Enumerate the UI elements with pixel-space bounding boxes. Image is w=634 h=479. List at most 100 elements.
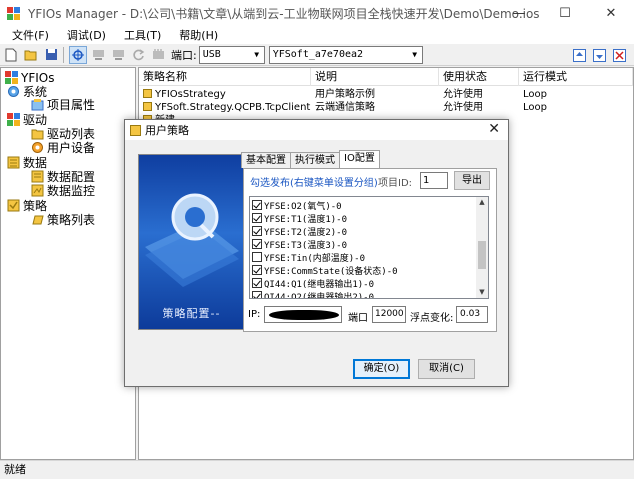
connect-icon[interactable] <box>69 45 87 64</box>
new-file-icon[interactable] <box>2 46 20 64</box>
menu-file[interactable]: 文件(F) <box>6 27 55 43</box>
delete-icon[interactable] <box>610 46 628 64</box>
port-input[interactable]: 12000 <box>372 306 406 323</box>
tree-label-data-monitor: 数据监控 <box>47 184 96 198</box>
system-icon <box>7 85 20 98</box>
move-down-icon[interactable] <box>590 46 608 64</box>
maximize-button[interactable]: ☐ <box>542 0 588 26</box>
chevron-down-icon[interactable]: ▼ <box>249 46 264 63</box>
table-row[interactable]: YFSoft.Strategy.QCPB.TcpClient 云端通信策略 允许… <box>139 101 633 114</box>
table-row[interactable]: YFIOsStrategy 用户策略示例 允许使用 Loop <box>139 88 633 101</box>
checkbox[interactable] <box>252 213 262 223</box>
column-header-mode[interactable]: 运行模式 <box>519 68 633 86</box>
menu-tools[interactable]: 工具(T) <box>118 27 167 43</box>
io-item-label: YFSE:CommState(设备状态)-0 <box>264 266 398 277</box>
checkbox[interactable] <box>252 278 262 288</box>
ip-input[interactable] <box>264 306 342 323</box>
list-item[interactable]: YFSE:CommState(设备状态)-0 <box>252 264 398 277</box>
port-select-value: USB <box>202 49 221 60</box>
ok-button[interactable]: 确定(O) <box>353 359 410 379</box>
monitor-icon <box>31 184 44 197</box>
ip-label: IP: <box>248 309 261 320</box>
list-cell-desc: 云端通信策略 <box>315 102 375 113</box>
toolbar-separator <box>63 46 64 63</box>
upload-icon[interactable] <box>109 46 127 64</box>
scroll-up-icon[interactable]: ▲ <box>476 197 488 208</box>
tab-basic[interactable]: 基本配置 <box>241 152 291 168</box>
list-item[interactable]: YFSE:T2(温度2)-0 <box>252 225 347 238</box>
save-icon[interactable] <box>42 46 60 64</box>
cancel-button[interactable]: 取消(C) <box>418 359 475 379</box>
tree-label-project-props: 项目属性 <box>47 98 96 112</box>
project-tree[interactable]: YFIOs 系统 项目属性 驱动 驱动列表 用户设备 数据 数据配置 数据监控 … <box>0 67 136 460</box>
menu-debug[interactable]: 调试(D) <box>61 27 112 43</box>
window-title: YFIOs Manager - D:\公司\书籍\文章\从端到云-工业物联网项目… <box>28 6 540 21</box>
device-icon[interactable] <box>149 46 167 64</box>
dialog-title: 用户策略 <box>145 124 189 137</box>
device-select[interactable]: YFSoft_a7e70ea2 ▼ <box>268 45 423 64</box>
properties-icon <box>31 98 44 111</box>
checkbox[interactable] <box>252 291 262 298</box>
scroll-thumb[interactable] <box>478 241 486 269</box>
dialog-close-button[interactable]: ✕ <box>488 121 500 137</box>
list-item[interactable]: QI44:Q2(继电器输出2)-0 <box>252 290 375 299</box>
tree-node-user-devices[interactable]: 用户设备 <box>31 140 95 155</box>
config-icon <box>31 170 44 183</box>
device-icon <box>31 141 44 154</box>
column-header-status[interactable]: 使用状态 <box>439 68 519 86</box>
scroll-down-icon[interactable]: ▼ <box>476 287 488 298</box>
io-config-panel: 勾选发布(右键菜单设置分组) 项目ID: 1 导出 YFSE:O2(氧气)-0 … <box>243 168 497 332</box>
list-item[interactable]: QI44:Q1(继电器输出1)-0 <box>252 277 374 290</box>
refresh-icon[interactable] <box>129 46 147 64</box>
checkbox[interactable] <box>252 239 262 249</box>
tree-node-project-props[interactable]: 项目属性 <box>31 97 95 112</box>
list-cell-name-text: YFIOsStrategy <box>155 89 226 100</box>
list-header: 策略名称 说明 使用状态 运行模式 <box>139 68 633 86</box>
strategy-icon <box>143 89 152 98</box>
list-cell-name: YFIOsStrategy <box>143 88 311 101</box>
checklist-scrollbar[interactable]: ▲ ▼ <box>476 197 488 298</box>
column-header-desc[interactable]: 说明 <box>311 68 439 86</box>
io-item-label: YFSE:T1(温度1)-0 <box>264 214 348 225</box>
minimize-button[interactable]: — <box>496 0 542 26</box>
list-item[interactable]: YFSE:O2(氧气)-0 <box>252 199 342 212</box>
open-folder-icon[interactable] <box>22 46 40 64</box>
tab-exec-mode[interactable]: 执行模式 <box>290 152 340 168</box>
strategy-icon <box>143 102 152 111</box>
download-icon[interactable] <box>89 46 107 64</box>
tab-io-config[interactable]: IO配置 <box>339 150 380 168</box>
list-cell-name-text: YFSoft.Strategy.QCPB.TcpClient <box>155 102 311 113</box>
chevron-down-icon[interactable]: ▼ <box>407 46 422 63</box>
list-cell-mode: Loop <box>523 89 547 100</box>
checkbox[interactable] <box>252 226 262 236</box>
title-bar: YFIOs Manager - D:\公司\书籍\文章\从端到云-工业物联网项目… <box>0 0 634 26</box>
tree-node-data[interactable]: 数据 <box>7 155 47 170</box>
tree-node-strategy[interactable]: 策略 <box>7 198 47 213</box>
move-up-icon[interactable] <box>570 46 588 64</box>
checkbox[interactable] <box>252 265 262 275</box>
float-change-input[interactable]: 0.03 <box>456 306 488 323</box>
tree-node-driver[interactable]: 驱动 <box>7 112 47 127</box>
close-button[interactable]: ✕ <box>588 0 634 26</box>
toolbar: 端口: USB ▼ YFSoft_a7e70ea2 ▼ <box>0 44 634 66</box>
export-button[interactable]: 导出 <box>454 171 490 190</box>
checkbox[interactable] <box>252 252 262 262</box>
redacted-ip <box>269 310 339 320</box>
list-cell-name: YFSoft.Strategy.QCPB.TcpClient <box>143 101 311 114</box>
item-id-input[interactable]: 1 <box>420 172 448 189</box>
list-item[interactable]: YFSE:Tin(内部温度)-0 <box>252 251 365 264</box>
list-item[interactable]: YFSE:T1(温度1)-0 <box>252 212 348 225</box>
io-checklist[interactable]: YFSE:O2(氧气)-0 YFSE:T1(温度1)-0 YFSE:T2(温度2… <box>249 196 489 299</box>
dialog-title-bar: 用户策略 ✕ <box>125 120 508 140</box>
tree-node-data-monitor[interactable]: 数据监控 <box>31 183 95 198</box>
list-icon <box>31 127 44 140</box>
list-item[interactable]: YFSE:T3(温度3)-0 <box>252 238 347 251</box>
menu-help[interactable]: 帮助(H) <box>173 27 224 43</box>
port-select[interactable]: USB ▼ <box>198 45 265 64</box>
list-icon <box>31 213 44 226</box>
list-cell-desc: 用户策略示例 <box>315 89 375 100</box>
checkbox[interactable] <box>252 200 262 210</box>
io-item-label: QI44:Q2(继电器输出2)-0 <box>264 292 375 299</box>
column-header-name[interactable]: 策略名称 <box>139 68 311 86</box>
tree-node-strategy-list[interactable]: 策略列表 <box>31 212 95 227</box>
